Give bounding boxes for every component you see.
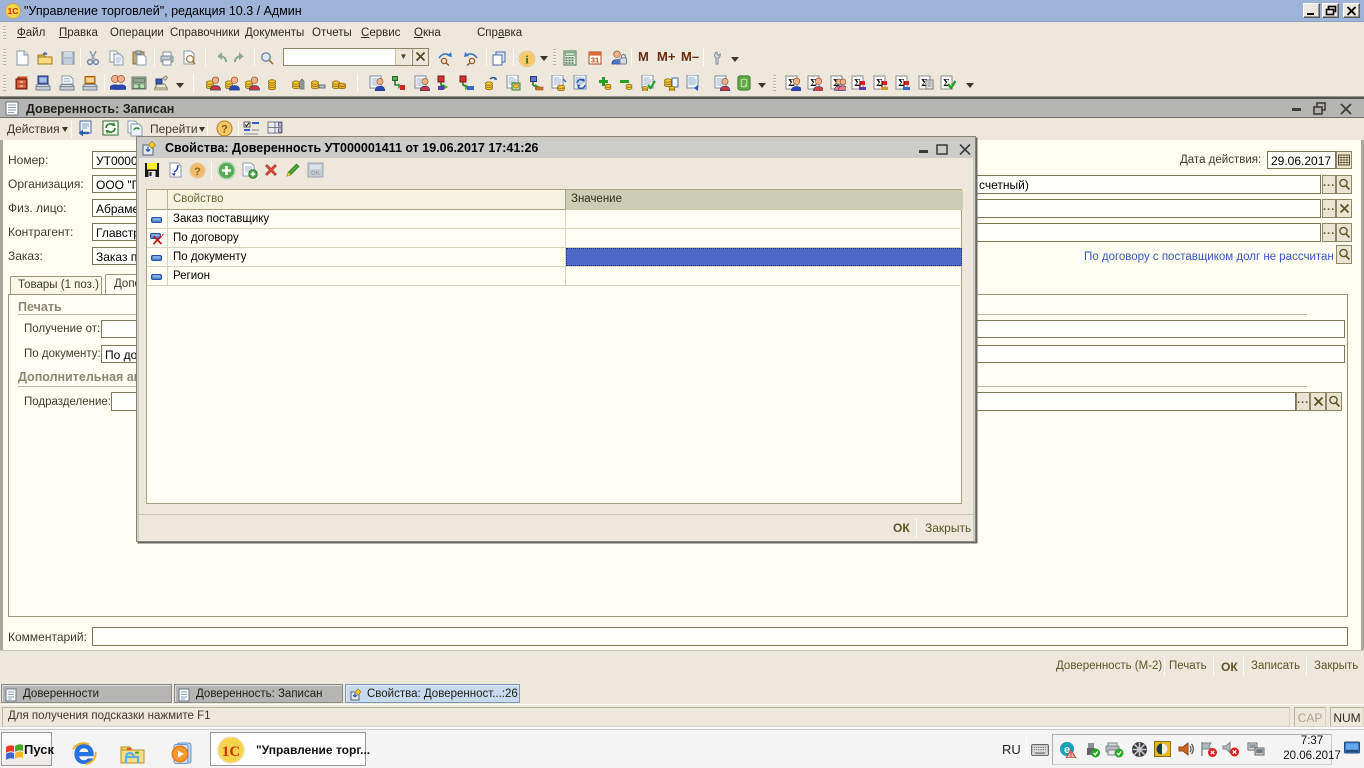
svg-text:OK: OK	[311, 171, 321, 177]
svg-text:!: !	[1070, 752, 1072, 758]
svg-text:1С: 1С	[8, 6, 19, 16]
svg-text:31: 31	[591, 56, 599, 65]
svg-text:$: $	[138, 84, 141, 90]
svg-text:1С: 1С	[222, 744, 240, 760]
svg-text:?: ?	[221, 124, 228, 136]
svg-text:?: ?	[194, 166, 201, 178]
